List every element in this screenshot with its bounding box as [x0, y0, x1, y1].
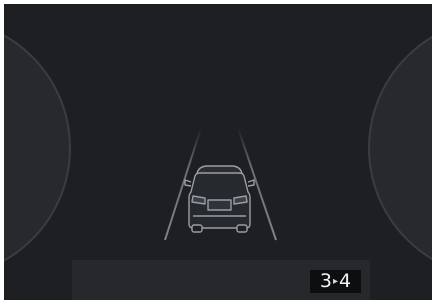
- car-rear-icon: [184, 165, 255, 233]
- gear-shift-indicator: 3 ▸ 4: [310, 270, 361, 293]
- next-gear: 4: [339, 270, 352, 292]
- current-gear: 3: [319, 270, 332, 292]
- instrument-cluster-display: [4, 4, 432, 300]
- driver-assist-view: [164, 127, 277, 241]
- shift-arrow-icon: ▸: [332, 276, 339, 287]
